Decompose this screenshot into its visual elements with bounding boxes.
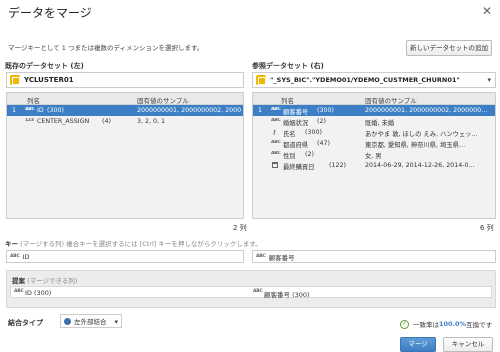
distinct-count: (47) bbox=[317, 139, 330, 147]
column-name: 顧客番号 bbox=[283, 108, 309, 116]
distinct-count: (300) bbox=[305, 128, 322, 136]
calendar-icon bbox=[272, 162, 278, 168]
table-header: 列名 固有値のサンプル bbox=[7, 93, 243, 105]
row-number: 1 bbox=[12, 106, 17, 114]
distinct-count: (300) bbox=[47, 106, 64, 114]
right-dataset-label: 参照データセット (右) bbox=[252, 62, 324, 70]
text-type-icon: ABC bbox=[25, 106, 35, 112]
text-type-icon: ABC bbox=[271, 150, 281, 156]
column-name: 都道府県 bbox=[283, 141, 309, 149]
row-number: 1 bbox=[258, 106, 263, 114]
chevron-down-icon[interactable]: ▾ bbox=[487, 76, 491, 84]
close-icon[interactable]: ✕ bbox=[482, 4, 492, 18]
table-row[interactable]: 123 CENTER_ASSIGN (4) 3, 2, 0, 1 bbox=[7, 116, 243, 127]
match-status: ✓ 一致率は 100.0% 互換です bbox=[400, 319, 492, 329]
text-type-icon: ABC bbox=[271, 106, 281, 112]
sample-values: 2014-06-29, 2014-12-26, 2014-0… bbox=[365, 161, 475, 169]
column-header-name[interactable]: 列名 bbox=[27, 95, 40, 105]
right-column-count: 6 列 bbox=[480, 224, 494, 232]
distinct-count: (2) bbox=[305, 150, 314, 158]
distinct-count: (122) bbox=[329, 161, 346, 169]
sample-values: 女, 男 bbox=[365, 152, 382, 160]
left-columns-table: 列名 固有値のサンプル 1 ABC ID (300) 2000000001, 2… bbox=[6, 92, 244, 219]
column-name: 氏名 bbox=[283, 130, 296, 138]
merge-button[interactable]: マージ bbox=[400, 337, 436, 352]
column-name: 最終購買日 bbox=[283, 163, 315, 171]
left-dataset-selector[interactable]: YCLUSTER01 bbox=[6, 72, 244, 88]
text-type-icon: ABC bbox=[14, 288, 24, 294]
match-hint: (マージできる列) bbox=[27, 277, 78, 285]
right-key-field[interactable]: ABC 顧客番号 bbox=[252, 250, 496, 263]
sample-values: 2000000001, 2000000002, 2000000… bbox=[137, 106, 241, 114]
text-type-icon: ABC bbox=[256, 254, 266, 259]
distinct-count: (2) bbox=[317, 117, 326, 125]
right-key-value: 顧客番号 bbox=[268, 253, 295, 262]
column-name: 性別 bbox=[283, 152, 296, 160]
table-row[interactable]: 1 ABC ID (300) 2000000001, 2000000002, 2… bbox=[7, 105, 243, 116]
text-type-icon: ABC bbox=[10, 254, 20, 259]
column-name: ID bbox=[37, 106, 44, 114]
right-dataset-selector[interactable]: "_SYS_BIC"."YDEMO01/YDEMO_CUSTMER_CHURN0… bbox=[252, 72, 496, 88]
join-type-value: 左外部結合 bbox=[74, 318, 107, 326]
dataset-icon bbox=[10, 75, 20, 85]
match-suggestion-row[interactable]: ABC ID (300) ABC 顧客番号 (300) bbox=[10, 286, 492, 299]
status-percent: 100.0% bbox=[439, 320, 467, 328]
sample-values: 東京都, 愛知県, 神奈川県, 埼玉県… bbox=[365, 141, 466, 149]
table-row[interactable]: 最終購買日 (122) 2014-06-29, 2014-12-26, 2014… bbox=[253, 160, 495, 171]
table-row[interactable]: 1 ABC 顧客番号 (300) 2000000001, 2000000002,… bbox=[253, 105, 495, 116]
join-type-select[interactable]: 左外部結合 ▾ bbox=[60, 314, 122, 328]
column-name: 婚姻状況 bbox=[283, 119, 309, 127]
left-dataset-name: YCLUSTER01 bbox=[24, 76, 74, 84]
column-header-sample[interactable]: 固有値のサンプル bbox=[365, 95, 417, 105]
dataset-icon bbox=[256, 75, 266, 85]
column-name: CENTER_ASSIGN bbox=[37, 117, 90, 125]
text-type-icon: ABC bbox=[271, 117, 281, 123]
column-header-name[interactable]: 列名 bbox=[281, 95, 294, 105]
match-label: 提案 bbox=[12, 277, 25, 285]
dialog-description: マージキーとして 1 つまたは複数のディメンションを選択します。 bbox=[8, 44, 204, 52]
distinct-count: (300) bbox=[317, 106, 334, 114]
status-prefix: 一致率は bbox=[413, 321, 439, 329]
key-section-label: キー (マージする列) 複合キーを選択するには [Ctrl] キーを押しながらク… bbox=[5, 238, 262, 248]
text-type-icon: ABC bbox=[271, 139, 281, 145]
dialog-title: データをマージ bbox=[8, 6, 92, 20]
table-row[interactable]: ⚷ 氏名 (300) あかやま 敦, ほしの えみ, ハンウェッ… bbox=[253, 127, 495, 138]
table-header: 列名 固有値のサンプル bbox=[253, 93, 495, 105]
sample-values: 2000000001, 2000000002, 2000000… bbox=[365, 106, 488, 114]
text-type-icon: ABC bbox=[253, 288, 263, 294]
table-row[interactable]: ABC 性別 (2) 女, 男 bbox=[253, 149, 495, 160]
table-row[interactable]: ABC 婚姻状況 (2) 既婚, 未婚 bbox=[253, 116, 495, 127]
sample-values: 既婚, 未婚 bbox=[365, 119, 395, 127]
left-column-count: 2 列 bbox=[233, 224, 247, 232]
distinct-count: (4) bbox=[102, 117, 111, 125]
left-dataset-label: 既存のデータセット (左) bbox=[5, 62, 84, 70]
join-type-label: 結合タイプ bbox=[8, 319, 43, 327]
key-hint: (マージする列) 複合キーを選択するには [Ctrl] キーを押しながらクリック… bbox=[20, 240, 262, 248]
key-icon: ⚷ bbox=[272, 128, 277, 136]
numeric-type-icon: 123 bbox=[25, 117, 34, 123]
sample-values: 3, 2, 0, 1 bbox=[137, 117, 166, 125]
check-circle-icon: ✓ bbox=[400, 319, 409, 329]
column-header-sample[interactable]: 固有値のサンプル bbox=[137, 95, 189, 105]
left-join-icon bbox=[64, 317, 71, 325]
left-key-field[interactable]: ABC ID bbox=[6, 250, 244, 263]
key-label: キー bbox=[5, 240, 18, 248]
table-row[interactable]: ABC 都道府県 (47) 東京都, 愛知県, 神奈川県, 埼玉県… bbox=[253, 138, 495, 149]
match-section-label: 提案 (マージできる列) bbox=[12, 275, 77, 285]
cancel-button[interactable]: キャンセル bbox=[443, 337, 493, 352]
match-right-column: 顧客番号 (300) bbox=[264, 290, 310, 299]
left-key-value: ID bbox=[22, 252, 30, 261]
right-dataset-name: "_SYS_BIC"."YDEMO01/YDEMO_CUSTMER_CHURN0… bbox=[270, 76, 460, 84]
match-left-column: ID (300) bbox=[25, 288, 52, 297]
status-suffix: 互換です bbox=[466, 321, 493, 329]
right-columns-table: 列名 固有値のサンプル 1 ABC 顧客番号 (300) 2000000001,… bbox=[252, 92, 496, 219]
chevron-down-icon[interactable]: ▾ bbox=[114, 318, 118, 326]
add-dataset-button[interactable]: 新しいデータセットの追加 bbox=[406, 40, 492, 56]
sample-values: あかやま 敦, ほしの えみ, ハンウェッ… bbox=[365, 130, 478, 138]
